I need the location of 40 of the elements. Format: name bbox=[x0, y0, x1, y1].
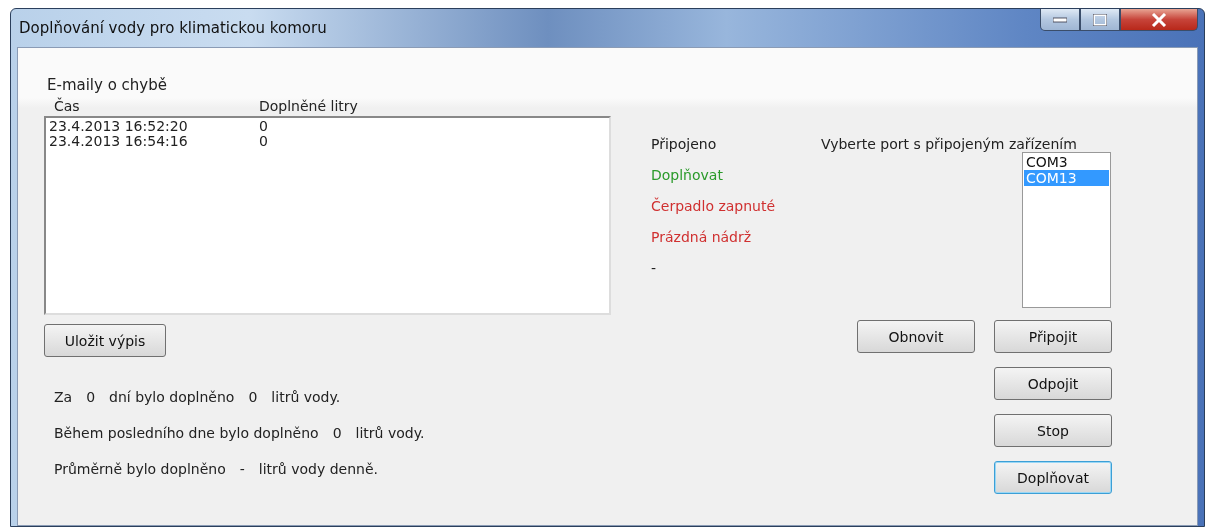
minimize-icon bbox=[1053, 16, 1067, 23]
close-icon bbox=[1151, 12, 1167, 27]
stat-text: dní bylo doplněno bbox=[109, 389, 235, 405]
list-cell-text: 0 bbox=[259, 119, 269, 134]
action-button[interactable]: Stop bbox=[994, 414, 1112, 447]
stat-text: Během posledního dne bylo doplněno bbox=[54, 425, 319, 441]
action-button[interactable]: Doplňovat bbox=[994, 461, 1112, 494]
column-header: Čas bbox=[54, 98, 81, 114]
column-header: Doplněné litry bbox=[259, 98, 359, 114]
stat-text: 0 bbox=[248, 389, 258, 405]
status-label: Připojeno bbox=[651, 136, 718, 152]
maximize-icon bbox=[1093, 13, 1107, 26]
status-label: Čerpadlo zapnuté bbox=[651, 198, 777, 214]
window-title: Doplňování vody pro klimatickou komoru bbox=[19, 19, 327, 37]
action-button[interactable]: Připojit bbox=[994, 320, 1112, 353]
section-title: E-maily o chybě bbox=[47, 76, 168, 94]
stat-text: Průměrně bylo doplněno bbox=[54, 461, 226, 477]
stat-text: Za bbox=[54, 389, 73, 405]
port-label: Vyberte port s připojeným zařízením bbox=[821, 136, 1078, 152]
stat-text: litrů vody. bbox=[355, 425, 425, 441]
stat-text: 0 bbox=[332, 425, 342, 441]
action-button[interactable]: Odpojit bbox=[994, 367, 1112, 400]
list-cell-text: 23.4.2013 16:52:20 bbox=[49, 119, 189, 134]
action-button[interactable]: Obnovit bbox=[857, 320, 975, 353]
email-log-list[interactable]: 23.4.2013 16:52:20 0 23.4.2013 16:54:16 0 bbox=[44, 116, 611, 315]
status-label: Doplňovat bbox=[651, 167, 724, 183]
port-item[interactable]: COM3 bbox=[1024, 154, 1109, 170]
stat-text: litrů vody. bbox=[271, 389, 341, 405]
minimize-button[interactable] bbox=[1040, 9, 1080, 31]
port-list[interactable]: COM3 COM13 bbox=[1022, 152, 1111, 308]
list-cell-text: 0 bbox=[259, 134, 269, 149]
save-log-button[interactable]: Uložit výpis bbox=[44, 324, 166, 357]
stat-text: - bbox=[239, 461, 245, 477]
stat-text: litrů vody denně. bbox=[258, 461, 378, 477]
status-label: - bbox=[651, 260, 658, 276]
list-cell-text: 23.4.2013 16:54:16 bbox=[49, 134, 189, 149]
maximize-button[interactable] bbox=[1080, 9, 1120, 31]
status-label: Prázdná nádrž bbox=[651, 229, 753, 245]
close-button[interactable] bbox=[1120, 9, 1198, 31]
stat-text: 0 bbox=[86, 389, 96, 405]
